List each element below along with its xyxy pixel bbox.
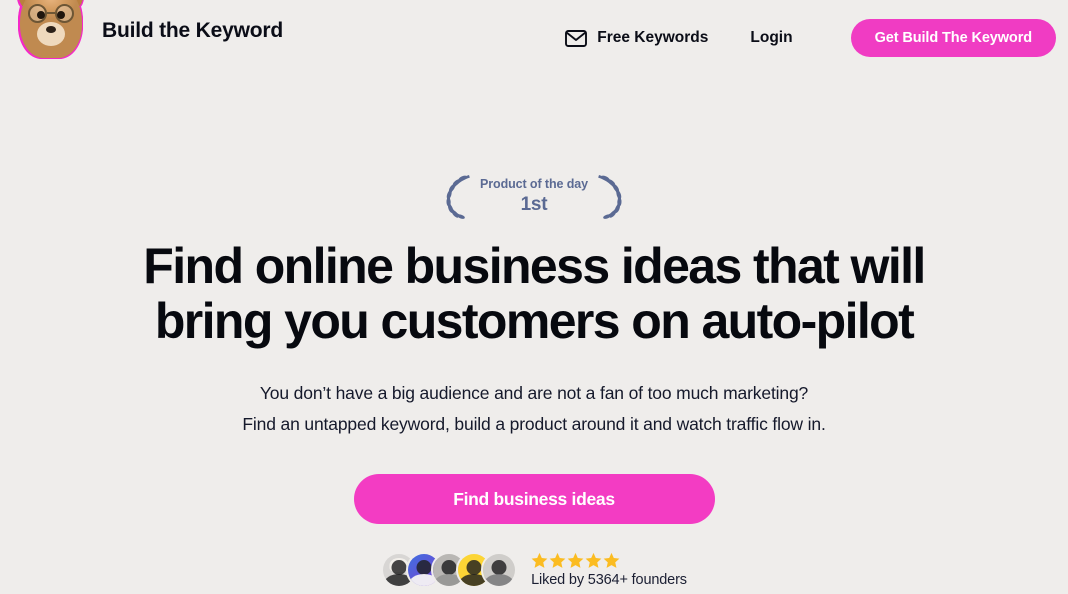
find-business-ideas-button[interactable]: Find business ideas [353,474,715,525]
hero-subtitle: You don’t have a big audience and are no… [0,378,1068,440]
headline-line-1: Find online business ideas that will [143,238,926,294]
rating-block: Liked by 5364+ founders [531,552,687,588]
get-build-the-keyword-button[interactable]: Get Build The Keyword [850,19,1056,57]
landing-page: Build the Keyword Free Keywords Login Ge… [0,0,1068,594]
star-icon [549,553,566,569]
laurel-wreath-left-icon [446,175,470,219]
site-header: Build the Keyword Free Keywords Login Ge… [0,0,1068,76]
product-of-the-day-badge: Product of the day 1st [0,172,1068,220]
hero-section: Product of the day 1st Find online busin… [0,76,1068,589]
star-icon [603,553,620,569]
star-icon [531,553,548,569]
headline-line-2: bring you customers on auto-pilot [154,292,915,349]
nav-label-login: Login [750,29,793,46]
badge-rank: 1st [520,194,548,216]
main-nav: Free Keywords Login Get Build The Keywor… [565,19,1056,57]
subtitle-line-1: You don’t have a big audience and are no… [259,383,809,403]
nav-item-login[interactable]: Login [750,29,792,47]
nav-item-free-keywords[interactable]: Free Keywords [565,29,708,47]
nav-label-free-keywords: Free Keywords [597,29,709,46]
avatar-5 [481,552,518,589]
star-icon [585,553,602,569]
subtitle-line-2: Find an untapped keyword, build a produc… [242,414,826,435]
laurel-wreath-right-icon [598,175,622,219]
mail-icon [565,29,588,47]
dog-with-glasses-logo [14,0,86,62]
social-proof: Liked by 5364+ founders [0,552,1068,589]
page-title: Find online business ideas that will bri… [0,239,1068,348]
star-icon [567,553,584,569]
founder-avatars [381,552,518,589]
badge-title: Product of the day [480,176,588,191]
star-rating [531,552,620,569]
liked-by-text: Liked by 5364+ founders [531,572,687,589]
brand-name: Build the Keyword [102,19,283,42]
brand-logo-link[interactable]: Build the Keyword [14,0,283,62]
